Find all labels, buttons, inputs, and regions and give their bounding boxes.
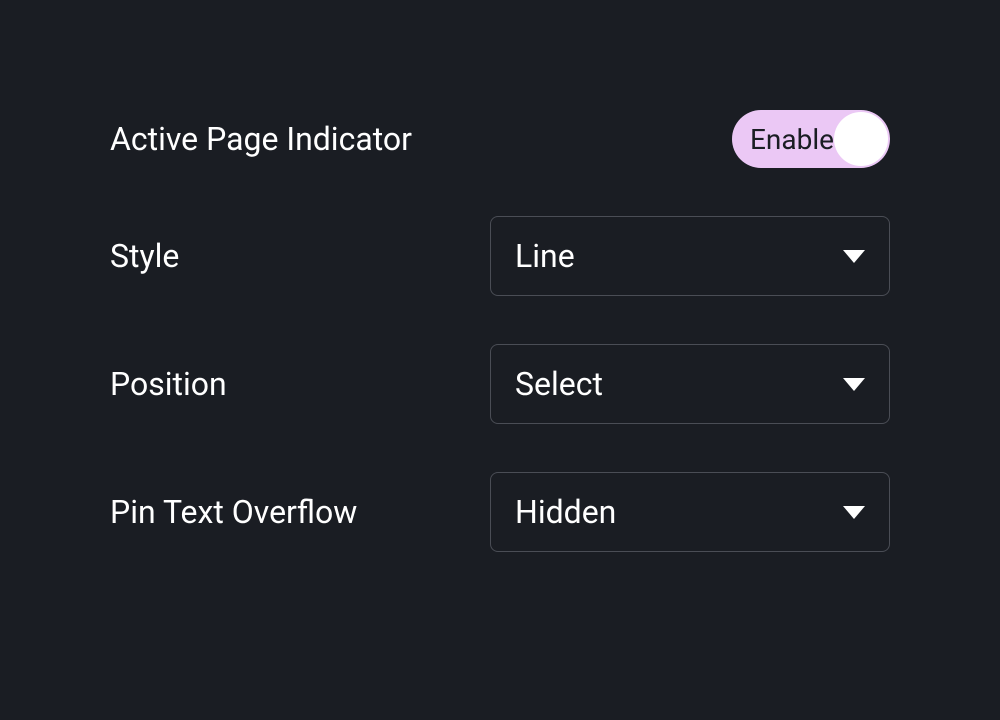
settings-panel: Active Page Indicator Enable Style Line … [0,0,1000,612]
chevron-down-icon [843,378,865,391]
active-page-indicator-row: Active Page Indicator Enable [110,110,890,168]
active-page-indicator-toggle[interactable]: Enable [732,110,890,168]
toggle-enable-label: Enable [750,123,834,156]
position-select-value: Select [515,365,603,403]
position-select[interactable]: Select [490,344,890,424]
position-label: Position [110,365,227,403]
pin-text-overflow-select[interactable]: Hidden [490,472,890,552]
toggle-knob [834,112,888,166]
style-row: Style Line [110,216,890,296]
active-page-indicator-label: Active Page Indicator [110,120,412,158]
pin-text-overflow-row: Pin Text Overflow Hidden [110,472,890,552]
style-label: Style [110,237,179,275]
position-row: Position Select [110,344,890,424]
chevron-down-icon [843,250,865,263]
pin-text-overflow-label: Pin Text Overflow [110,493,357,531]
style-select-value: Line [515,237,575,275]
pin-text-overflow-select-value: Hidden [515,493,616,531]
style-select[interactable]: Line [490,216,890,296]
chevron-down-icon [843,506,865,519]
